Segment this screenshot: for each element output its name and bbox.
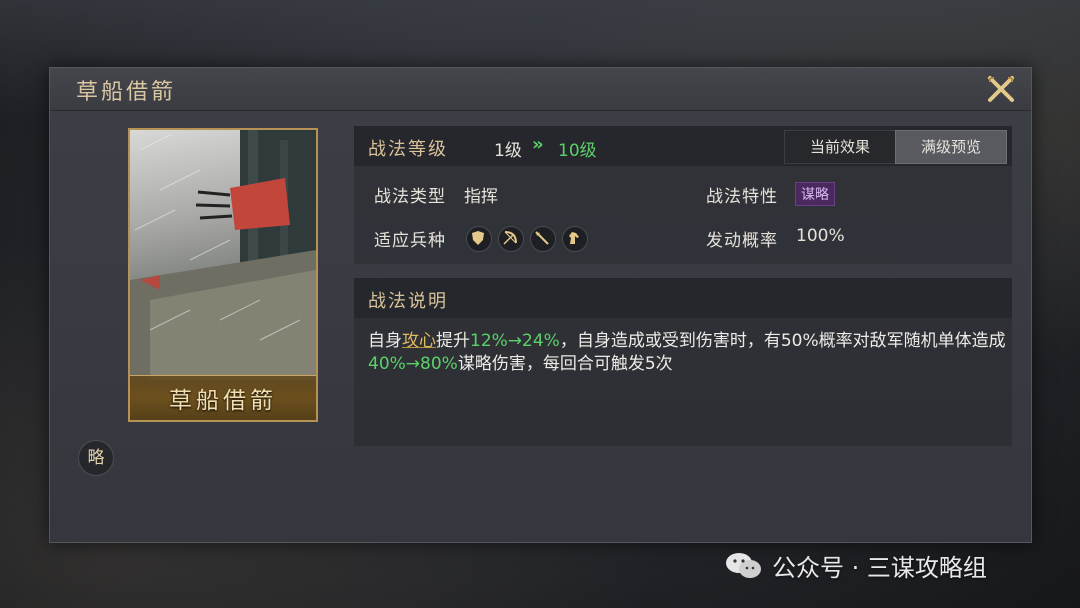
double-chevron-icon: » (532, 134, 544, 155)
tactic-dialog: 草船借箭 草船借箭 略 战法等级 1级 » 10级 当前效果 满级预览 战法类型… (49, 67, 1032, 543)
desc-part: 自身 (368, 331, 402, 351)
desc-value: 40%→80% (368, 354, 458, 374)
level-from: 1级 (494, 141, 522, 161)
dialog-header: 草船借箭 (50, 68, 1031, 111)
level-to: 10级 (558, 141, 597, 161)
dialog-title: 草船借箭 (76, 80, 177, 105)
close-button[interactable] (985, 73, 1017, 105)
tab-max-level-preview[interactable]: 满级预览 (895, 130, 1007, 164)
tactic-card: 草船借箭 (128, 128, 318, 422)
bow-icon (498, 226, 524, 252)
tactic-type-value: 指挥 (464, 187, 498, 207)
shield-icon (466, 226, 492, 252)
tactic-info-panel: 战法等级 1级 » 10级 当前效果 满级预览 战法类型 指挥 战法特性 谋略 … (354, 126, 1012, 264)
desc-value: 12%→24% (470, 331, 560, 351)
tactic-type-label: 战法类型 (374, 187, 446, 207)
watermark-text: 公众号 · 三谋攻略组 (772, 554, 987, 582)
description-text: 自身攻心提升12%→24%，自身造成或受到伤害时，有50%概率对敌军随机单体造成… (368, 330, 1008, 376)
desc-part: 提升 (436, 331, 470, 351)
tactic-description-panel: 战法说明 自身攻心提升12%→24%，自身造成或受到伤害时，有50%概率对敌军随… (354, 278, 1012, 446)
close-icon (988, 76, 1014, 102)
tab-current-effect[interactable]: 当前效果 (784, 130, 896, 164)
tactic-trait-badge: 谋略 (795, 182, 835, 206)
level-label: 战法等级 (368, 139, 448, 160)
spear-icon (530, 226, 556, 252)
card-name: 草船借箭 (169, 388, 277, 414)
description-header: 战法说明 (354, 278, 1012, 318)
desc-part: ，自身造成或受到伤害时，有50%概率对敌军随机单体造成 (559, 331, 1006, 351)
card-name-bar: 草船借箭 (130, 375, 316, 420)
tactic-type-badge: 略 (78, 440, 114, 476)
desc-part: 谋略伤害，每回合可触发5次 (457, 354, 673, 374)
level-row: 战法等级 1级 » 10级 当前效果 满级预览 (354, 126, 1012, 166)
tactic-trait-label: 战法特性 (706, 187, 778, 207)
trigger-rate-label: 发动概率 (706, 231, 778, 251)
troop-type-label: 适应兵种 (374, 231, 446, 251)
troop-icons (466, 226, 594, 252)
trigger-rate-value: 100% (796, 226, 845, 246)
horse-icon (562, 226, 588, 252)
desc-keyword: 攻心 (402, 331, 436, 351)
description-title: 战法说明 (368, 291, 448, 312)
wechat-icon (726, 553, 761, 578)
